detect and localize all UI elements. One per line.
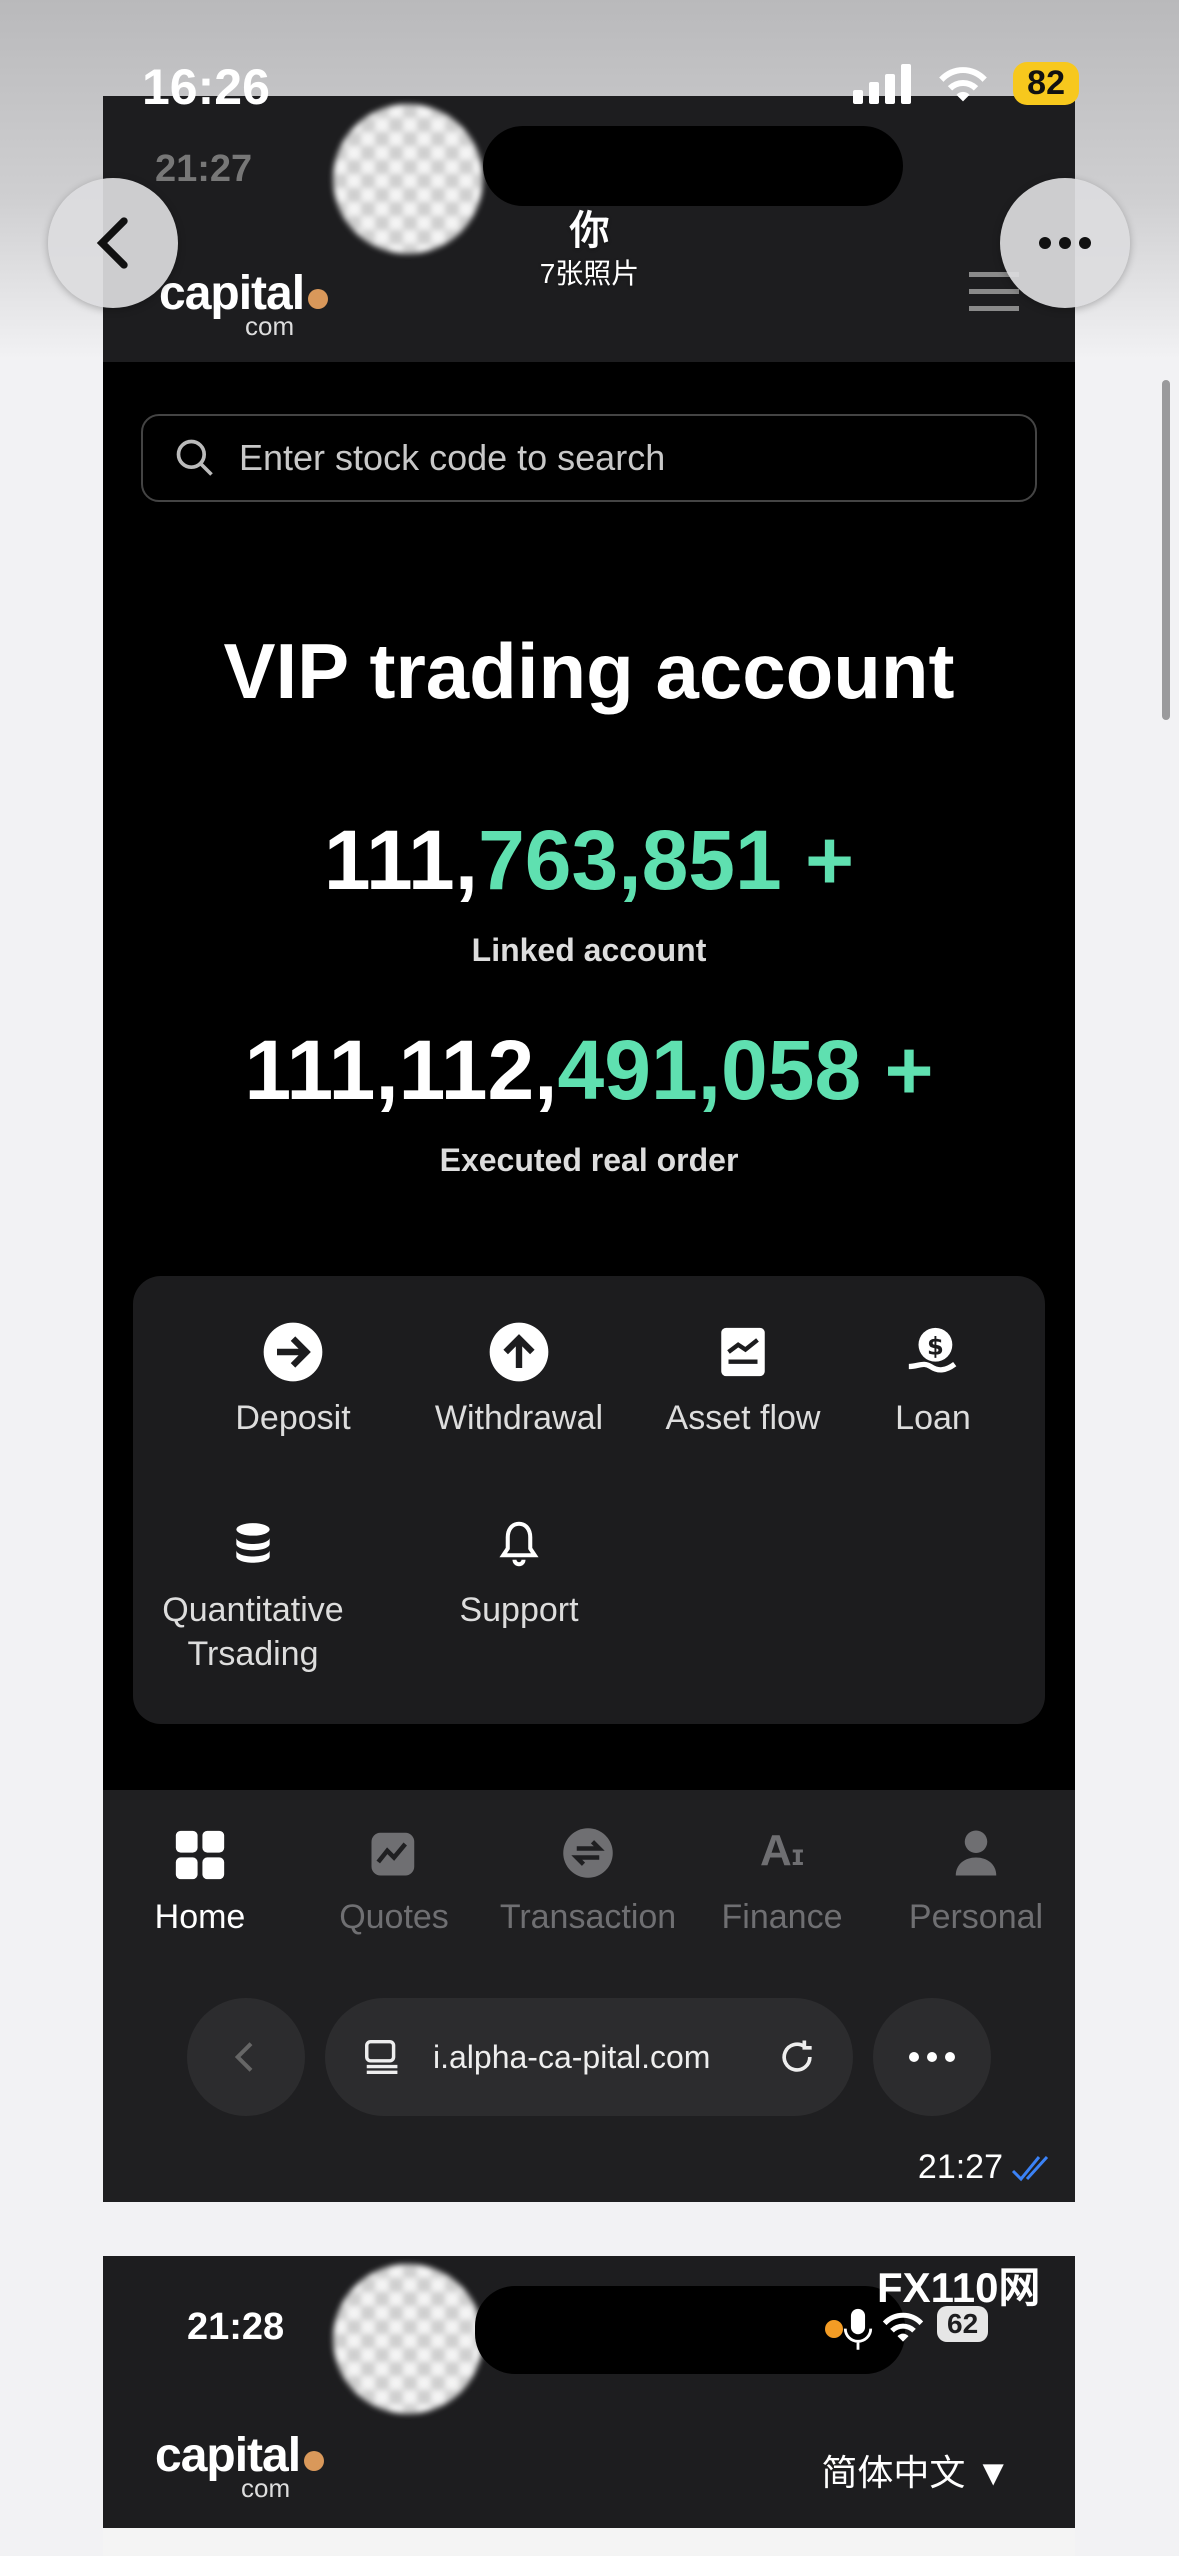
deposit-button[interactable]: Deposit (193, 1320, 393, 1440)
bell-icon (487, 1512, 551, 1576)
url-text: i.alpha-ca-pital.com (433, 2038, 711, 2075)
content-edge (103, 2528, 1075, 2556)
microphone-icon (843, 2308, 873, 2350)
chart-doc-icon (711, 1320, 775, 1384)
fx110-watermark: FX110网 (877, 2264, 1041, 2311)
tab-home[interactable]: Home (103, 1826, 297, 1937)
search-placeholder: Enter stock code to search (239, 437, 666, 478)
arrow-right-circle-icon (261, 1320, 325, 1384)
browser-url-bar[interactable]: i.alpha-ca-pital.com (325, 1998, 853, 2116)
exchange-icon (559, 1826, 617, 1884)
dynamic-island (483, 126, 903, 206)
more-dots-icon (909, 2052, 955, 2062)
screenshot-1: 21:27 capital com Enter stock code to se… (103, 96, 1075, 2202)
scroll-indicator[interactable] (1162, 380, 1170, 720)
database-icon (221, 1512, 285, 1576)
withdrawal-button[interactable]: Withdrawal (419, 1320, 619, 1440)
screenshot-2: 21:28 62 FX110网 capital com 简体中文 ▼ (103, 2256, 1075, 2556)
reload-icon[interactable] (775, 2035, 819, 2079)
status-icons: 82 (853, 62, 1079, 105)
support-button[interactable]: Support (419, 1512, 619, 1632)
inner-status-time-2: 21:28 (187, 2306, 285, 2348)
wifi-icon (939, 66, 988, 101)
linked-account-label: Linked account (471, 932, 707, 968)
double-check-icon (1011, 2155, 1049, 2181)
money-bag-icon: $ (901, 1320, 965, 1384)
linked-account-count: 111,763,851 + (323, 813, 855, 907)
action-panel: Deposit Withdrawal Asset flow $ Loan Qua… (133, 1276, 1045, 1724)
tab-personal[interactable]: Personal (879, 1826, 1073, 1937)
browser-more-button[interactable] (873, 1998, 991, 2116)
arrow-up-circle-icon (487, 1320, 551, 1384)
status-time: 16:26 (142, 59, 270, 115)
chevron-left-icon (234, 2042, 253, 2072)
inner-status-time: 21:27 (155, 148, 253, 190)
bottom-tab-bar: Home Quotes Transaction Aɪ Finance Perso… (103, 1790, 1075, 2202)
ai-icon: Aɪ (760, 1826, 804, 1875)
viewer-photo-count: 7张照片 (539, 258, 640, 289)
language-selector[interactable]: 简体中文 ▼ (821, 2444, 1011, 2496)
svg-text:$: $ (927, 1332, 944, 1360)
viewer-title: 你 (569, 209, 610, 253)
cellular-signal-icon (853, 63, 912, 104)
tabs-icon (365, 2039, 398, 2075)
search-icon (176, 439, 213, 476)
tab-quotes[interactable]: Quotes (297, 1826, 491, 1937)
message-timestamp: 21:27 (918, 2148, 1057, 2187)
capital-logo-2: capital com (155, 2428, 325, 2504)
loan-button[interactable]: $ Loan (853, 1320, 1013, 1440)
chart-icon (365, 1826, 423, 1884)
person-icon (947, 1826, 1005, 1884)
executed-order-count: 111,112,491,058 + (244, 1023, 934, 1117)
wifi-icon (882, 2312, 924, 2342)
stock-search-input[interactable]: Enter stock code to search (141, 414, 1037, 502)
blurred-avatar-2 (333, 2264, 483, 2414)
quantitative-trading-button[interactable]: Quantitative Trsading (153, 1512, 353, 1676)
recording-dot (825, 2320, 843, 2338)
grid-icon (171, 1826, 229, 1884)
tab-finance[interactable]: Aɪ Finance (685, 1826, 879, 1937)
browser-back-button[interactable] (187, 1998, 305, 2116)
tab-transaction[interactable]: Transaction (491, 1826, 685, 1937)
page-headline: VIP trading account (223, 627, 955, 715)
executed-order-label: Executed real order (439, 1142, 739, 1178)
asset-flow-button[interactable]: Asset flow (623, 1320, 863, 1440)
battery-indicator: 82 (1013, 62, 1079, 105)
